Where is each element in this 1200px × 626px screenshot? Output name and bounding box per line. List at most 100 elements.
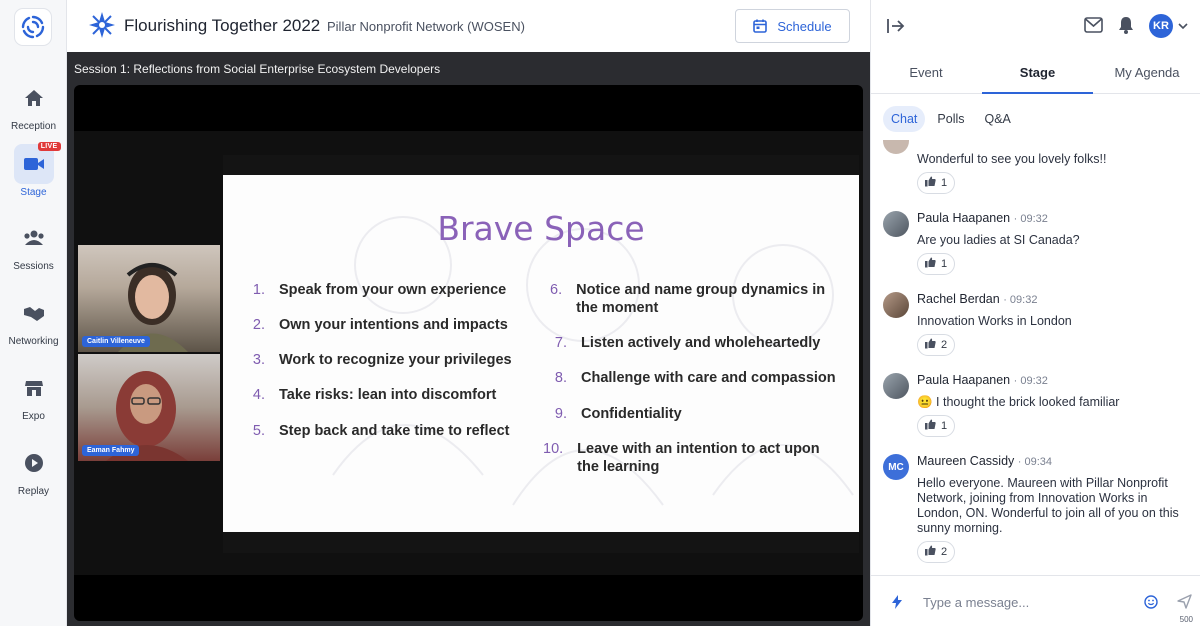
subtab-qa[interactable]: Q&A bbox=[977, 106, 1019, 132]
like-count: 1 bbox=[940, 177, 948, 189]
message-time: · 09:32 bbox=[1003, 294, 1038, 306]
play-icon bbox=[14, 443, 54, 483]
live-badge: LIVE bbox=[37, 142, 61, 151]
like-count: 1 bbox=[940, 420, 948, 432]
event-title: Flourishing Together 2022 bbox=[124, 16, 321, 35]
nav-label: Stage bbox=[20, 187, 47, 198]
chat-message: Paula Haapanen · 09:32 😐 I thought the b… bbox=[883, 373, 1188, 443]
calendar-icon bbox=[753, 19, 768, 33]
avatar bbox=[883, 140, 909, 154]
session-title: Session 1: Reflections from Social Enter… bbox=[74, 62, 441, 76]
collapse-panel-icon[interactable] bbox=[887, 17, 905, 35]
app-logo[interactable] bbox=[14, 8, 52, 46]
panel-header: KR bbox=[871, 0, 1200, 52]
camera-name-tag: Caitlin Villeneuve bbox=[82, 336, 150, 347]
nav-replay[interactable]: Replay bbox=[0, 443, 67, 497]
message-header: Maureen Cassidy · 09:34 bbox=[917, 454, 1052, 468]
slide-item: 8. Challenge with care and compassion bbox=[554, 370, 836, 387]
sender-name: Maureen Cassidy bbox=[917, 454, 1015, 468]
nav-stage[interactable]: LIVE Stage bbox=[0, 142, 67, 198]
video-frame: Caitlin Villeneuve Eaman Fahmy Brave Spa… bbox=[74, 131, 863, 575]
message-header: Paula Haapanen · 09:32 bbox=[917, 211, 1048, 225]
chat-message: Paula Haapanen · 09:32 Are you ladies at… bbox=[883, 211, 1188, 281]
chat-subtabs: Chat Polls Q&A bbox=[883, 106, 1019, 132]
avatar: MC bbox=[883, 454, 909, 480]
camera-icon: LIVE bbox=[13, 142, 61, 184]
video-player[interactable]: Caitlin Villeneuve Eaman Fahmy Brave Spa… bbox=[74, 85, 863, 621]
camera-feed: Caitlin Villeneuve bbox=[78, 245, 220, 352]
like-count: 2 bbox=[940, 339, 948, 351]
nav-reception[interactable]: Reception bbox=[0, 78, 67, 132]
sender-name: Paula Haapanen bbox=[917, 211, 1011, 225]
bell-icon[interactable] bbox=[1118, 16, 1134, 34]
mail-icon[interactable] bbox=[1084, 17, 1103, 33]
thumbs-up-icon bbox=[924, 338, 936, 352]
message-time: · 09:34 bbox=[1017, 456, 1052, 468]
schedule-button[interactable]: Schedule bbox=[735, 9, 850, 43]
message-text: 😐 I thought the brick looked familiar bbox=[917, 395, 1120, 409]
tab-my-agenda[interactable]: My Agenda bbox=[1093, 52, 1200, 94]
message-text: Are you ladies at SI Canada? bbox=[917, 233, 1080, 247]
store-icon bbox=[14, 368, 54, 408]
nav-sessions[interactable]: Sessions bbox=[0, 218, 67, 272]
emoji-icon[interactable] bbox=[1144, 595, 1158, 609]
slide-item: 3. Work to recognize your privileges bbox=[252, 352, 512, 369]
message-header: Paula Haapanen · 09:32 bbox=[917, 373, 1048, 387]
event-logo-icon bbox=[89, 12, 115, 38]
message-time: · 09:32 bbox=[1013, 213, 1048, 225]
handshake-icon bbox=[14, 293, 54, 333]
camera-name-tag: Eaman Fahmy bbox=[82, 445, 140, 456]
avatar bbox=[883, 211, 909, 237]
message-input[interactable] bbox=[923, 595, 1123, 610]
lightning-icon[interactable] bbox=[892, 595, 902, 609]
character-limit: 500 bbox=[1179, 615, 1193, 624]
tab-stage[interactable]: Stage bbox=[982, 52, 1093, 94]
slide-item: 2. Own your intentions and impacts bbox=[252, 317, 508, 334]
camera-feed: Eaman Fahmy bbox=[78, 354, 220, 461]
chevron-down-icon[interactable] bbox=[1178, 22, 1188, 30]
avatar bbox=[883, 373, 909, 399]
app-logo-icon bbox=[21, 15, 45, 39]
slide-item: 5. Step back and take time to reflect bbox=[252, 422, 510, 439]
tab-event[interactable]: Event bbox=[871, 52, 981, 94]
slide-item: 4. Take risks: lean into discomfort bbox=[252, 387, 497, 404]
slide-list-right: 6. Notice and name group dynamics in the … bbox=[543, 281, 843, 493]
like-count: 1 bbox=[940, 258, 948, 270]
like-button[interactable]: 2 bbox=[917, 541, 955, 563]
slide-item: 7. Listen actively and wholeheartedly bbox=[554, 335, 821, 352]
thumbs-up-icon bbox=[924, 545, 936, 559]
like-count: 2 bbox=[940, 546, 948, 558]
like-button[interactable]: 1 bbox=[917, 415, 955, 437]
slide-title: Brave Space bbox=[437, 209, 645, 248]
nav-label: Sessions bbox=[13, 261, 54, 272]
chat-message: Rachel Berdan · 09:32 Innovation Works i… bbox=[883, 292, 1188, 362]
nav-expo[interactable]: Expo bbox=[0, 368, 67, 422]
chat-message: Wonderful to see you lovely folks!! 1 bbox=[883, 140, 1188, 198]
send-icon[interactable] bbox=[1177, 594, 1192, 609]
nav-label: Reception bbox=[10, 121, 57, 132]
nav-label: Networking bbox=[8, 336, 59, 347]
sender-name: Paula Haapanen bbox=[917, 373, 1011, 387]
message-header: Rachel Berdan · 09:32 bbox=[917, 292, 1037, 306]
like-button[interactable]: 1 bbox=[917, 253, 955, 275]
sender-name: Rachel Berdan bbox=[917, 292, 1000, 306]
chat-feed[interactable]: Wonderful to see you lovely folks!! 1 Pa… bbox=[871, 140, 1200, 575]
side-panel: KR Event Stage My Agenda Chat Polls Q&A … bbox=[870, 0, 1200, 626]
nav-networking[interactable]: Networking bbox=[0, 293, 67, 347]
chat-message: MC Maureen Cassidy · 09:34 Hello everyon… bbox=[883, 454, 1188, 574]
org-name: Pillar Nonprofit Network (WOSEN) bbox=[327, 19, 525, 34]
slide-item: 6. Notice and name group dynamics in the … bbox=[550, 282, 826, 317]
nav-label: Replay bbox=[17, 486, 50, 497]
like-button[interactable]: 2 bbox=[917, 334, 955, 356]
like-button[interactable]: 1 bbox=[917, 172, 955, 194]
stage-area: Session 1: Reflections from Social Enter… bbox=[67, 52, 870, 626]
subtab-polls[interactable]: Polls bbox=[929, 106, 972, 132]
message-text: Innovation Works in London bbox=[917, 314, 1072, 328]
left-nav: Reception LIVE Stage Sessions Networking… bbox=[0, 0, 67, 626]
nav-label: Expo bbox=[22, 411, 45, 422]
subtab-chat[interactable]: Chat bbox=[883, 106, 926, 132]
slide-container: Brave Space 1. Speak from your own experi… bbox=[223, 155, 859, 553]
presentation-slide: Brave Space 1. Speak from your own experi… bbox=[223, 175, 859, 532]
message-text: Wonderful to see you lovely folks!! bbox=[917, 152, 1107, 166]
user-avatar[interactable]: KR bbox=[1149, 14, 1173, 38]
